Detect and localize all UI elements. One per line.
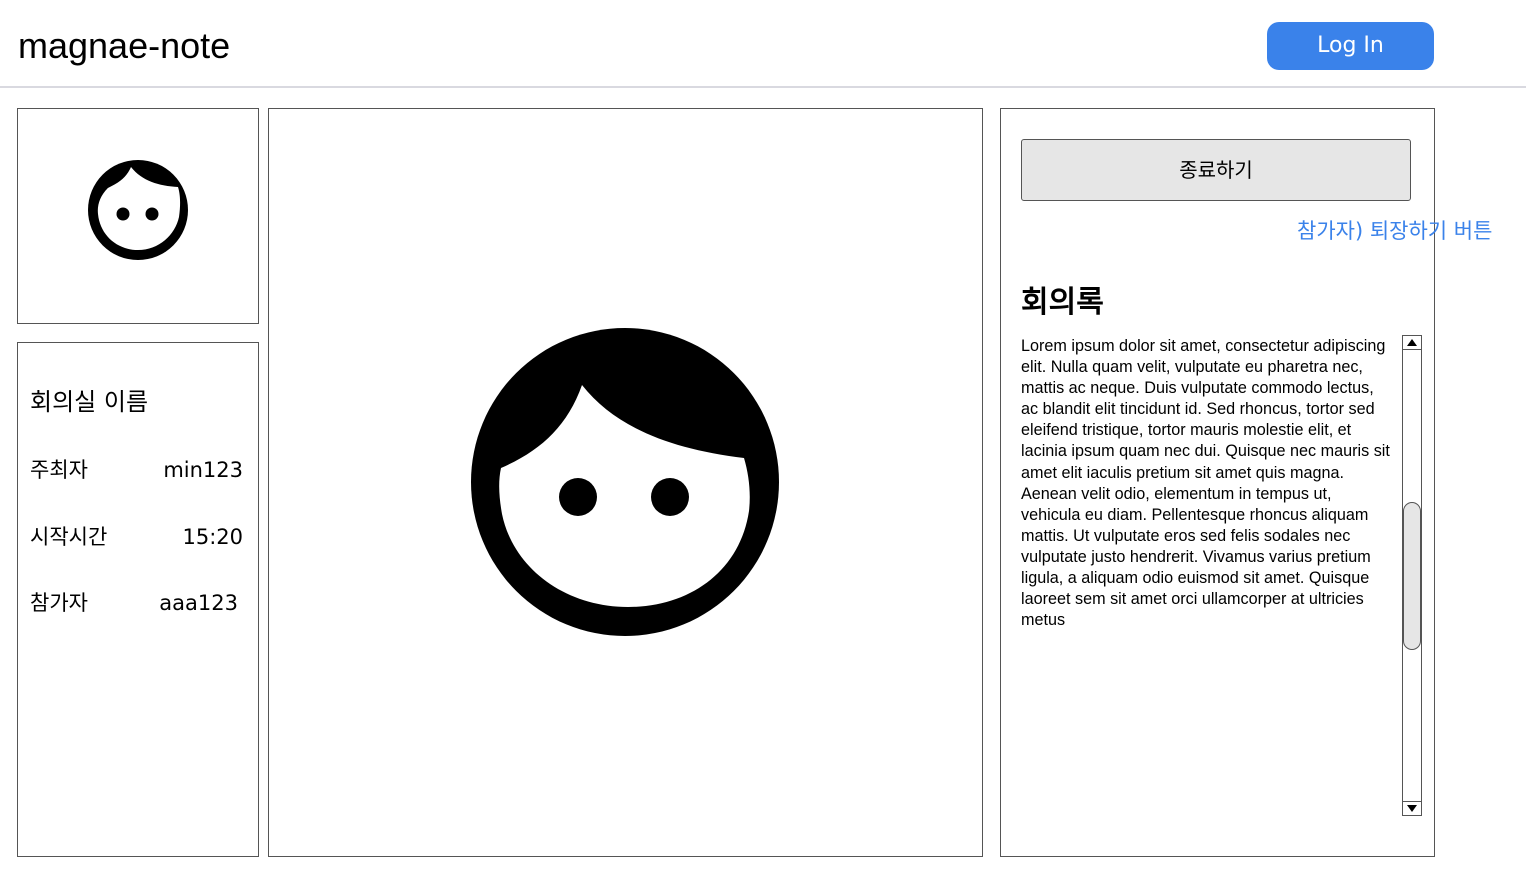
start-time-label: 시작시간 [30,525,108,549]
login-button[interactable]: Log In [1267,22,1434,70]
participant-value: aaa123 [159,591,238,615]
face-icon [471,328,779,636]
top-bar: magnae-note Log In [0,0,1526,88]
notes-title: 회의록 [1021,285,1104,320]
room-name: 회의실 이름 [30,388,149,416]
start-time-value: 15:20 [182,525,243,549]
end-meeting-button[interactable]: 종료하기 [1021,139,1411,201]
scroll-up-arrow-icon[interactable] [1403,336,1421,350]
notes-scrollbar[interactable] [1402,335,1422,816]
room-info-panel: 회의실 이름 주최자 min123 시작시간 15:20 참가자 aaa123 [17,342,259,857]
scroll-down-arrow-icon[interactable] [1403,801,1421,815]
face-icon [88,160,188,260]
main-video-panel [268,108,983,857]
participant-avatar-panel [17,108,259,324]
host-label: 주최자 [30,458,88,482]
participant-label: 참가자 [30,591,88,615]
leave-button-annotation: 참가자) 퇴장하기 버튼 [1297,219,1493,243]
host-value: min123 [163,458,243,482]
notes-text: Lorem ipsum dolor sit amet, consectetur … [1021,337,1390,630]
app-title: magnae-note [18,25,231,66]
scroll-thumb[interactable] [1403,502,1421,650]
